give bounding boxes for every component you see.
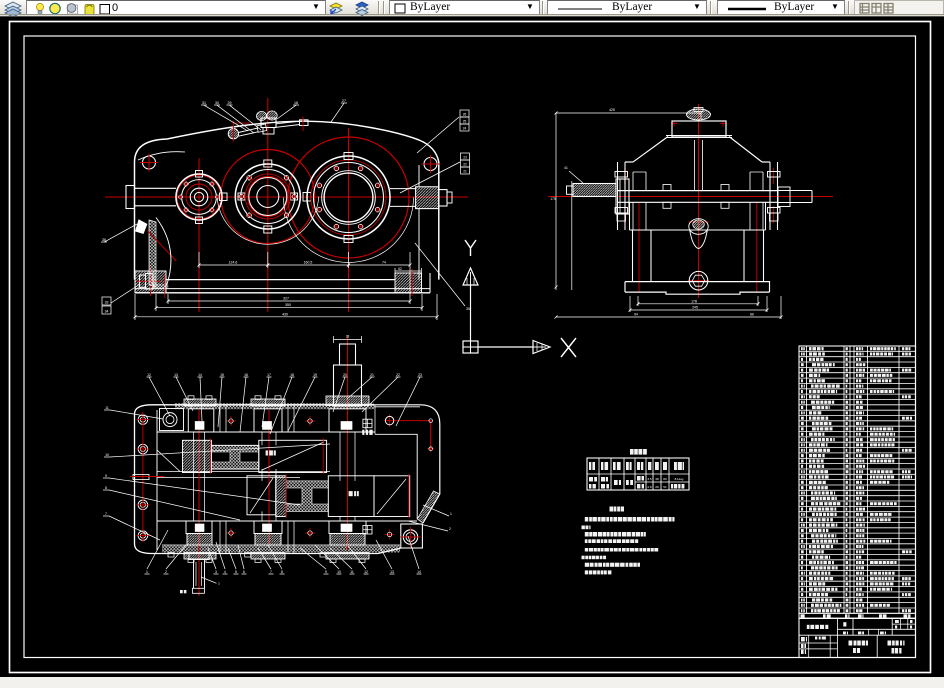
svg-text:30: 30: [215, 101, 219, 105]
svg-text:94: 94: [634, 312, 638, 316]
svg-text:2: 2: [449, 527, 451, 531]
svg-text:1: 1: [450, 512, 452, 516]
svg-text:24: 24: [463, 126, 467, 130]
svg-text:38: 38: [346, 335, 350, 339]
svg-text:51: 51: [663, 485, 667, 489]
svg-text:124.6: 124.6: [229, 261, 238, 265]
svg-text:31: 31: [202, 101, 206, 105]
svg-text:74: 74: [382, 261, 386, 265]
svg-text:350: 350: [285, 303, 291, 307]
svg-text:35: 35: [466, 307, 470, 311]
svg-text:22: 22: [463, 162, 467, 166]
svg-text:16: 16: [244, 373, 248, 377]
svg-text:8: 8: [105, 486, 107, 490]
svg-text:23: 23: [463, 155, 467, 159]
svg-text:33: 33: [105, 300, 109, 304]
svg-text:2.9: 2.9: [647, 485, 652, 489]
svg-text:18: 18: [294, 101, 298, 105]
svg-text:11: 11: [350, 570, 354, 574]
svg-text:21: 21: [370, 373, 374, 377]
svg-text:18: 18: [290, 373, 294, 377]
svg-text:48: 48: [655, 477, 659, 481]
svg-text:62: 62: [398, 267, 402, 271]
svg-text:26: 26: [463, 112, 467, 116]
svg-text:19: 19: [313, 373, 317, 377]
svg-text:5: 5: [235, 570, 237, 574]
svg-text:160.5: 160.5: [304, 261, 313, 265]
svg-text:41: 41: [564, 166, 568, 170]
svg-text:11: 11: [105, 406, 109, 410]
svg-text:12: 12: [147, 373, 151, 377]
svg-text:22: 22: [396, 373, 400, 377]
svg-text:3.5: 3.5: [647, 477, 652, 481]
svg-text:9: 9: [105, 474, 107, 478]
svg-text:25: 25: [463, 119, 467, 123]
svg-text:27: 27: [342, 99, 346, 103]
svg-text:86: 86: [750, 312, 754, 316]
svg-text:13: 13: [174, 373, 178, 377]
svg-text:29: 29: [655, 485, 659, 489]
svg-text:17: 17: [267, 373, 271, 377]
svg-text:425: 425: [609, 108, 615, 112]
svg-text:430: 430: [282, 312, 288, 316]
svg-text:4: 4: [224, 570, 226, 574]
svg-text:29: 29: [228, 101, 232, 105]
svg-text:80: 80: [663, 477, 667, 481]
svg-text:2: 2: [165, 570, 167, 574]
svg-text:7: 7: [105, 512, 107, 516]
svg-text:34: 34: [105, 309, 109, 313]
svg-text:327: 327: [283, 297, 289, 301]
svg-text:8.1deg: 8.1deg: [675, 477, 684, 481]
svg-text:21: 21: [463, 169, 467, 173]
svg-text:10: 10: [337, 570, 341, 574]
svg-text:2: 2: [218, 582, 220, 586]
svg-text:8: 8: [281, 570, 283, 574]
svg-text:13: 13: [390, 570, 394, 574]
svg-text:245: 245: [692, 306, 698, 310]
svg-text:20: 20: [343, 373, 347, 377]
svg-text:178: 178: [691, 299, 697, 303]
svg-text:15: 15: [220, 373, 224, 377]
svg-text:7: 7: [270, 570, 272, 574]
svg-text:9: 9: [325, 570, 327, 574]
svg-text:12: 12: [364, 570, 368, 574]
svg-text:14: 14: [417, 570, 421, 574]
svg-text:1: 1: [146, 570, 148, 574]
svg-text:10: 10: [105, 453, 109, 457]
svg-text:170: 170: [550, 197, 556, 201]
svg-text:3: 3: [215, 570, 217, 574]
svg-text:14: 14: [198, 373, 202, 377]
svg-text:23: 23: [418, 373, 422, 377]
svg-text:6: 6: [243, 570, 245, 574]
